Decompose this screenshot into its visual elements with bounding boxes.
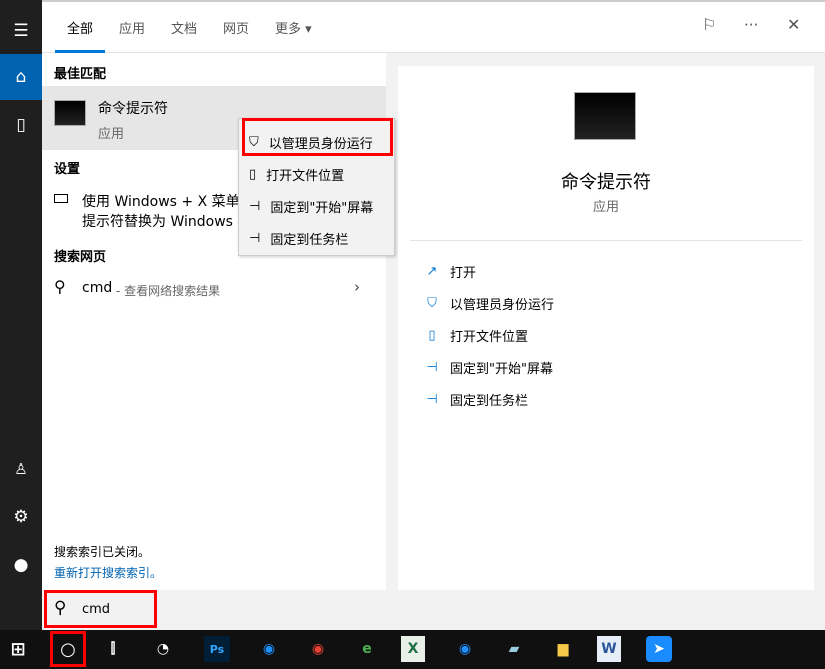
action-pin-taskbar[interactable]: ⊣ 固定到任务栏 <box>424 390 528 409</box>
cortana-search-icon[interactable]: ○ <box>50 631 86 667</box>
task-view-icon[interactable]: ⫿ <box>98 634 128 664</box>
shield-icon: ⛉ <box>427 296 437 311</box>
menu-open-location[interactable]: ▯ 打开文件位置 <box>249 165 344 184</box>
search-app-icon[interactable]: ◔ <box>148 634 178 664</box>
folder-icon: ▯ <box>428 328 436 343</box>
user-icon[interactable]: ● <box>0 542 42 588</box>
divider <box>410 240 802 241</box>
home-icon[interactable]: ⌂ <box>0 54 42 100</box>
tab-all[interactable]: 全部 <box>67 18 93 37</box>
file-explorer-icon[interactable]: ▆ <box>548 634 578 664</box>
more-icon[interactable]: ··· <box>744 16 758 34</box>
best-match-subtitle: 应用 <box>98 127 125 142</box>
cmd-large-icon <box>574 92 636 140</box>
browser-icon[interactable]: ◉ <box>254 634 284 664</box>
web-suffix: - 查看网络搜索结果 <box>116 284 221 298</box>
section-settings: 设置 <box>54 162 81 177</box>
search-icon: ⚲ <box>54 277 66 296</box>
notebook-icon[interactable]: ▯ <box>0 102 42 148</box>
menu-label: 固定到任务栏 <box>270 233 349 248</box>
notepad-icon[interactable]: ▰ <box>499 634 529 664</box>
settings-line1: 使用 Windows + X 菜单 <box>82 194 240 210</box>
tab-web[interactable]: 网页 <box>223 18 249 37</box>
header: 全部 应用 文档 网页 更多 ▾ ⚐ ··· ✕ <box>42 0 825 53</box>
search-bar[interactable]: ⚲ cmd <box>42 590 825 630</box>
tab-more[interactable]: 更多 ▾ <box>275 18 312 37</box>
windows-start-icon[interactable]: ⊞ <box>3 634 33 664</box>
section-best-match: 最佳匹配 <box>54 67 107 82</box>
action-open-location[interactable]: ▯ 打开文件位置 <box>424 326 528 345</box>
highlight-box <box>242 118 393 156</box>
action-label: 固定到"开始"屏幕 <box>450 362 553 377</box>
action-label: 固定到任务栏 <box>450 394 529 409</box>
sidebar: ☰ ⌂ ▯ ♙ ⚙ ● <box>0 0 42 630</box>
menu-label: 打开文件位置 <box>266 169 345 184</box>
action-pin-start[interactable]: ⊣ 固定到"开始"屏幕 <box>424 358 553 377</box>
hamburger-menu-icon[interactable]: ☰ <box>0 8 42 54</box>
chrome-icon[interactable]: ◉ <box>303 634 333 664</box>
browser-icon[interactable]: ◉ <box>450 634 480 664</box>
gear-icon[interactable]: ⚙ <box>0 494 42 540</box>
chevron-right-icon: › <box>354 278 360 296</box>
web-query: cmd <box>82 280 113 296</box>
detail-panel: 命令提示符 应用 ↗ 打开 ⛉ 以管理员身份运行 ▯ 打开文件位置 ⊣ 固定到"开始"屏… <box>398 66 814 590</box>
tab-apps[interactable]: 应用 <box>119 18 145 37</box>
index-status: 搜索索引已关闭。 <box>54 545 151 559</box>
feedback-icon[interactable]: ⚐ <box>702 15 716 34</box>
taskbar: ⊞ ○ ⫿ ◔ Ps ◉ ◉ e X ◉ ▰ ▆ W ➤ <box>0 630 825 669</box>
add-user-icon[interactable]: ♙ <box>0 446 42 492</box>
action-label: 打开文件位置 <box>450 330 529 345</box>
ie-browser-icon[interactable]: e <box>352 634 382 664</box>
word-icon[interactable]: W <box>597 636 621 662</box>
menu-label: 固定到"开始"屏幕 <box>270 201 374 216</box>
detail-subtitle: 应用 <box>592 200 619 215</box>
cmd-icon <box>54 100 86 126</box>
action-open[interactable]: ↗ 打开 <box>424 262 476 281</box>
folder-icon: ▯ <box>249 167 257 182</box>
menu-pin-taskbar[interactable]: ⊣ 固定到任务栏 <box>249 229 348 248</box>
tab-documents[interactable]: 文档 <box>171 18 197 37</box>
reopen-index-link[interactable]: 重新打开搜索索引。 <box>54 564 162 581</box>
feishu-icon[interactable]: ➤ <box>646 636 672 662</box>
highlight-box <box>44 590 157 628</box>
action-label: 打开 <box>450 266 477 281</box>
pin-icon: ⊣ <box>249 231 261 246</box>
close-icon[interactable]: ✕ <box>787 15 800 34</box>
photoshop-icon[interactable]: Ps <box>204 636 230 662</box>
action-label: 以管理员身份运行 <box>450 298 555 313</box>
detail-title: 命令提示符 <box>561 172 651 193</box>
action-run-as-admin[interactable]: ⛉ 以管理员身份运行 <box>424 294 554 313</box>
excel-icon[interactable]: X <box>401 636 425 662</box>
monitor-icon <box>54 194 68 203</box>
settings-line2: 提示符替换为 Windows <box>82 214 233 230</box>
pin-icon: ⊣ <box>426 392 438 407</box>
section-web: 搜索网页 <box>54 250 107 265</box>
pin-icon: ⊣ <box>426 360 438 375</box>
pin-icon: ⊣ <box>249 199 261 214</box>
menu-pin-start[interactable]: ⊣ 固定到"开始"屏幕 <box>249 197 373 216</box>
best-match-title: 命令提示符 <box>98 101 168 117</box>
web-search-item[interactable]: ⚲ cmd - 查看网络搜索结果 › <box>42 275 386 303</box>
open-icon: ↗ <box>426 264 438 279</box>
